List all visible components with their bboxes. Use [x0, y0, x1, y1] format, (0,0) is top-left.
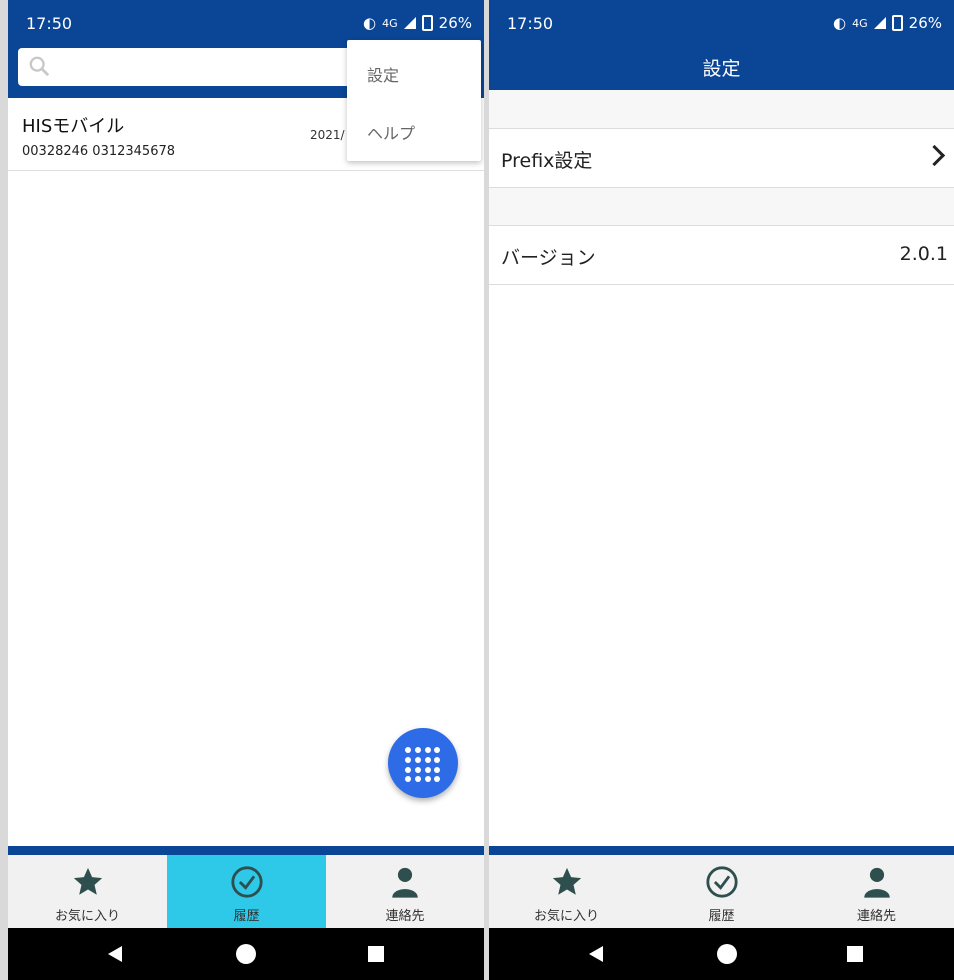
system-nav-bar: [489, 928, 954, 980]
tab-history[interactable]: 履歴: [167, 855, 326, 928]
battery-icon: [421, 15, 433, 31]
battery-percent: 26%: [908, 14, 942, 32]
section-spacer: [489, 188, 954, 225]
section-spacer: [489, 90, 954, 128]
tabbar-divider: [8, 846, 484, 855]
tab-favorites[interactable]: お気に入り: [489, 855, 644, 928]
recents-icon[interactable]: [847, 946, 863, 962]
tab-label: お気に入り: [54, 909, 120, 924]
system-nav-bar: [8, 928, 484, 980]
overflow-menu: 設定 ヘルプ: [347, 40, 481, 161]
search-icon: [29, 56, 50, 77]
phone-number: 00328246 0312345678: [22, 144, 176, 159]
tab-label: 連絡先: [385, 909, 425, 924]
settings-screen: 17:50 ◐ 4G 26% 設定 Prefix設定 バージョン 2.0.1 お…: [489, 0, 954, 980]
prefix-settings-row[interactable]: Prefix設定: [489, 128, 954, 188]
app-bar: 設定: [489, 44, 954, 90]
menu-item-help[interactable]: ヘルプ: [367, 120, 415, 144]
contact-name: HISモバイル: [22, 116, 125, 137]
tabbar-divider: [489, 846, 954, 855]
chevron-right-icon: [923, 144, 946, 167]
status-icons: ◐ 4G 26%: [363, 14, 472, 32]
status-time: 17:50: [507, 14, 554, 33]
battery-percent: 26%: [438, 14, 472, 32]
signal-icon: [873, 17, 886, 29]
status-icons: ◐ 4G 26%: [833, 14, 942, 32]
row-label: バージョン: [501, 247, 596, 269]
signal-icon: [403, 17, 416, 29]
status-bar: 17:50 ◐ 4G 26%: [489, 0, 954, 44]
bottom-tab-bar: お気に入り 履歴 連絡先: [8, 855, 484, 928]
tab-label: 履歴: [708, 909, 735, 924]
tab-label: お気に入り: [533, 909, 599, 924]
status-bar: 17:50 ◐ 4G 26%: [8, 0, 484, 44]
tab-favorites[interactable]: お気に入り: [8, 855, 167, 928]
dialpad-button[interactable]: [388, 728, 458, 798]
tab-history[interactable]: 履歴: [644, 855, 799, 928]
network-type: 4G: [382, 16, 398, 30]
back-icon[interactable]: [108, 946, 122, 962]
menu-item-settings[interactable]: 設定: [367, 62, 399, 86]
page-title: 設定: [702, 58, 741, 80]
tab-contacts[interactable]: 連絡先: [799, 855, 954, 928]
clock-icon: [705, 866, 738, 898]
recents-icon[interactable]: [368, 946, 384, 962]
vibrate-icon: ◐: [363, 14, 377, 32]
history-screen: 17:50 ◐ 4G 26% HISモバイル 00328246 03123456…: [8, 0, 484, 980]
tab-label: 連絡先: [856, 909, 896, 924]
person-icon: [863, 867, 890, 898]
tab-contacts[interactable]: 連絡先: [326, 855, 484, 928]
person-icon: [392, 867, 418, 898]
clock-icon: [230, 866, 263, 898]
battery-icon: [891, 15, 903, 31]
dialpad-icon: [405, 747, 441, 783]
network-type: 4G: [852, 16, 868, 30]
tab-label: 履歴: [233, 909, 260, 924]
row-label: Prefix設定: [501, 150, 593, 172]
back-icon[interactable]: [589, 946, 603, 962]
home-icon[interactable]: [717, 944, 737, 964]
vibrate-icon: ◐: [833, 14, 847, 32]
star-icon: [552, 867, 581, 895]
status-time: 17:50: [26, 14, 73, 33]
home-icon[interactable]: [236, 944, 256, 964]
star-icon: [73, 867, 102, 895]
version-value: 2.0.1: [899, 243, 948, 265]
call-date: 2021/: [310, 128, 345, 142]
bottom-tab-bar: お気に入り 履歴 連絡先: [489, 855, 954, 928]
version-row: バージョン 2.0.1: [489, 225, 954, 285]
